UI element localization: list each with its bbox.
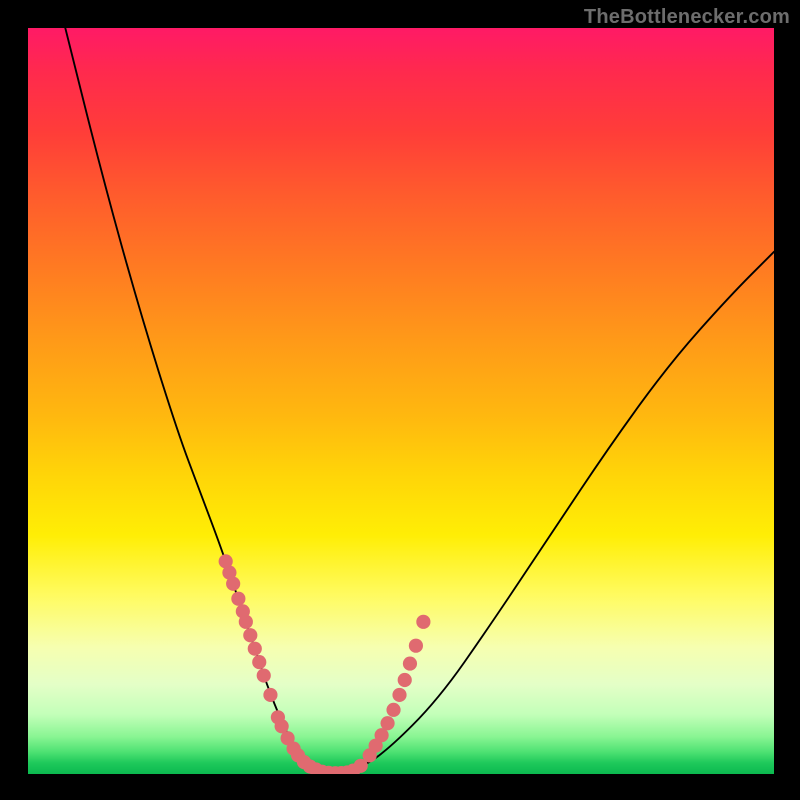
marker-dot xyxy=(243,628,257,642)
source-attribution: TheBottlenecker.com xyxy=(584,6,790,29)
marker-dot xyxy=(386,703,400,717)
chart-svg xyxy=(28,28,774,774)
marker-dot xyxy=(403,657,417,671)
chart-container: TheBottlenecker.com xyxy=(0,0,800,800)
curve-path xyxy=(65,28,774,773)
marker-dot xyxy=(263,688,277,702)
marker-dot xyxy=(416,615,430,629)
marker-dot xyxy=(392,688,406,702)
marker-dot xyxy=(231,592,245,606)
marker-dot xyxy=(398,673,412,687)
marker-dot xyxy=(257,668,271,682)
marker-dot xyxy=(380,716,394,730)
marker-dot xyxy=(226,577,240,591)
marker-dot xyxy=(409,639,423,653)
marker-dot xyxy=(239,615,253,629)
marker-group xyxy=(219,554,431,774)
marker-dot xyxy=(252,655,266,669)
marker-dot xyxy=(248,642,262,656)
plot-area xyxy=(28,28,774,774)
